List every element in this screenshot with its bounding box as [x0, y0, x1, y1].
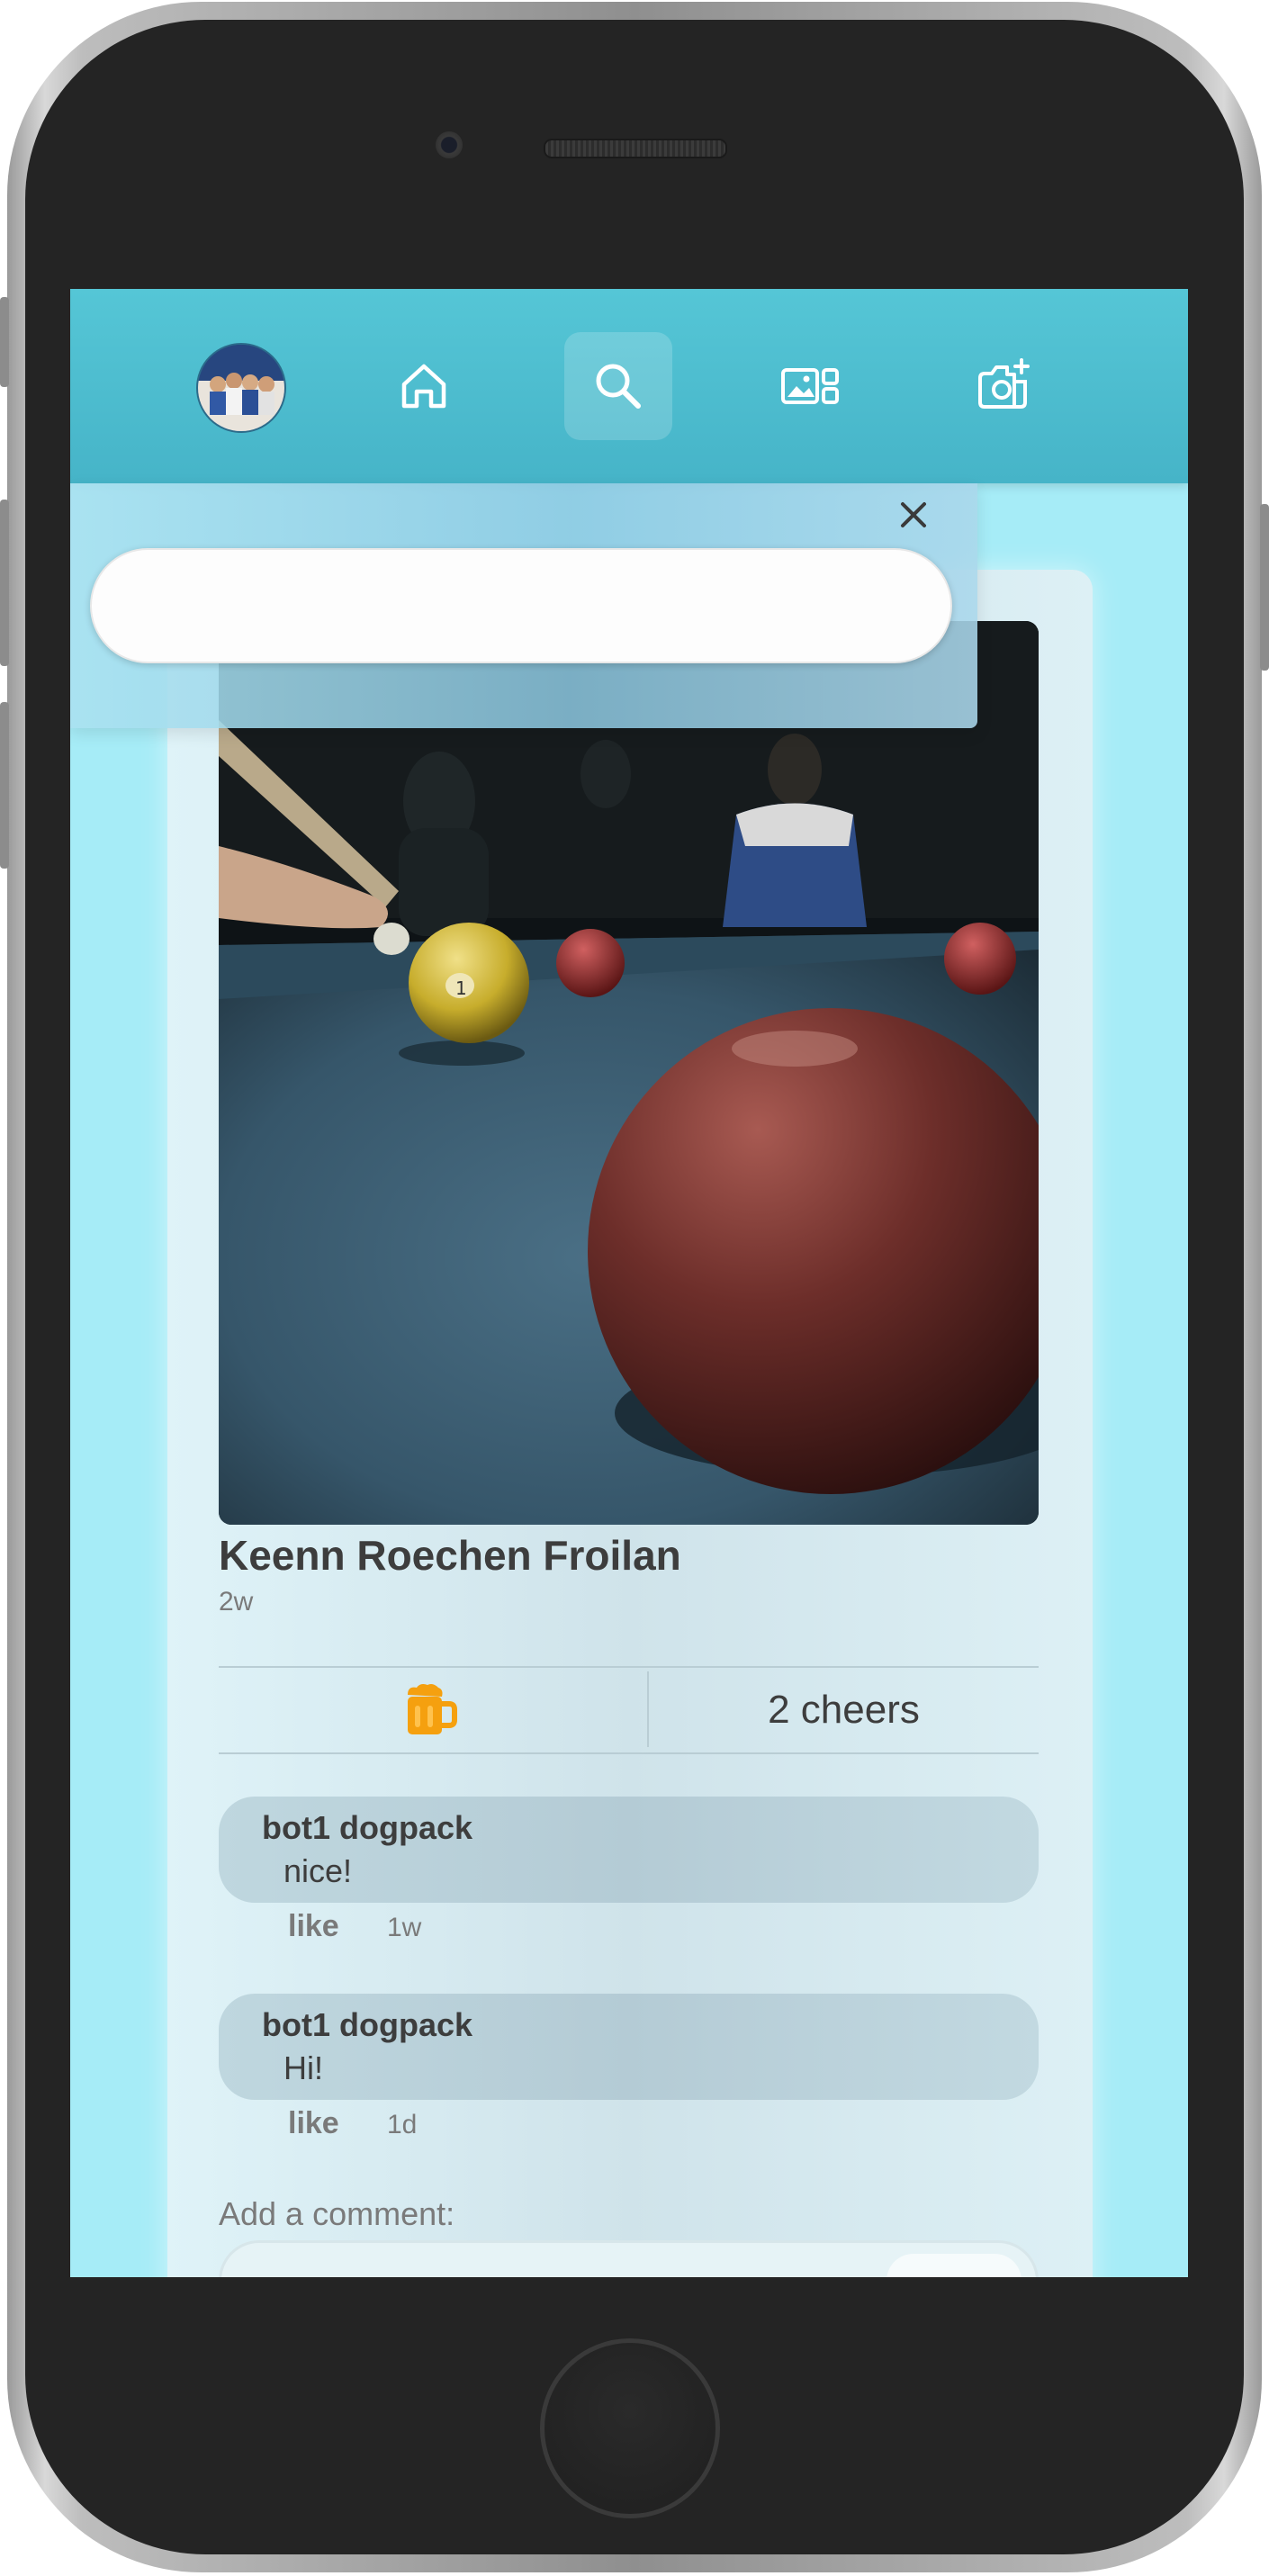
nav-gallery[interactable]	[757, 332, 865, 440]
comment-text: nice!	[284, 1852, 353, 1889]
gallery-icon	[781, 368, 839, 404]
search-close-button[interactable]	[893, 494, 934, 536]
comment-submit-button[interactable]	[886, 2254, 1022, 2277]
billiards-image: 1	[219, 621, 1039, 1525]
post-author[interactable]: Keenn Roechen Froilan	[219, 1531, 681, 1580]
app-screen: 1 Keenn Roechen Froilan 2w 2 cheers bot1…	[70, 289, 1188, 2277]
search-icon	[596, 364, 641, 409]
close-icon	[901, 502, 926, 527]
comment-like-button[interactable]: like	[288, 1909, 339, 1944]
front-camera	[436, 131, 463, 158]
earpiece-speaker	[544, 139, 727, 158]
volume-down-button	[0, 702, 9, 869]
comment-text: Hi!	[284, 2049, 323, 2086]
cheers-count[interactable]: 2 cheers	[649, 1668, 1039, 1752]
home-icon	[401, 364, 446, 409]
comment-bubble: bot1 dogpack nice!	[219, 1797, 1039, 1903]
comment-like-button[interactable]: like	[288, 2106, 339, 2141]
top-navbar	[70, 289, 1188, 483]
comment-input[interactable]	[219, 2240, 1039, 2277]
avatar[interactable]	[196, 343, 286, 433]
comment-time: 1d	[387, 2110, 418, 2139]
camera-plus-icon	[978, 358, 1030, 409]
cheer-button[interactable]	[399, 1679, 462, 1742]
comment-author[interactable]: bot1 dogpack	[262, 1809, 472, 1847]
svg-text:1: 1	[455, 977, 467, 999]
volume-up-button	[0, 500, 9, 666]
add-comment-label: Add a comment:	[219, 2195, 455, 2232]
post-time: 2w	[219, 1587, 254, 1617]
post-photo[interactable]: 1	[219, 621, 1039, 1525]
nav-search[interactable]	[564, 332, 672, 440]
nav-home[interactable]	[370, 332, 478, 440]
search-panel	[70, 483, 977, 728]
search-input[interactable]	[90, 548, 952, 663]
comment-time: 1w	[387, 1913, 422, 1942]
nav-new-photo[interactable]	[950, 332, 1058, 440]
avatar-image	[198, 345, 284, 431]
comment-author[interactable]: bot1 dogpack	[262, 2006, 472, 2044]
comment-bubble: bot1 dogpack Hi!	[219, 1994, 1039, 2100]
home-button[interactable]	[540, 2338, 720, 2518]
mute-switch	[0, 297, 9, 387]
beer-mug-icon	[408, 1684, 457, 1734]
cheer-bar: 2 cheers	[219, 1666, 1039, 1754]
power-button	[1260, 504, 1269, 671]
